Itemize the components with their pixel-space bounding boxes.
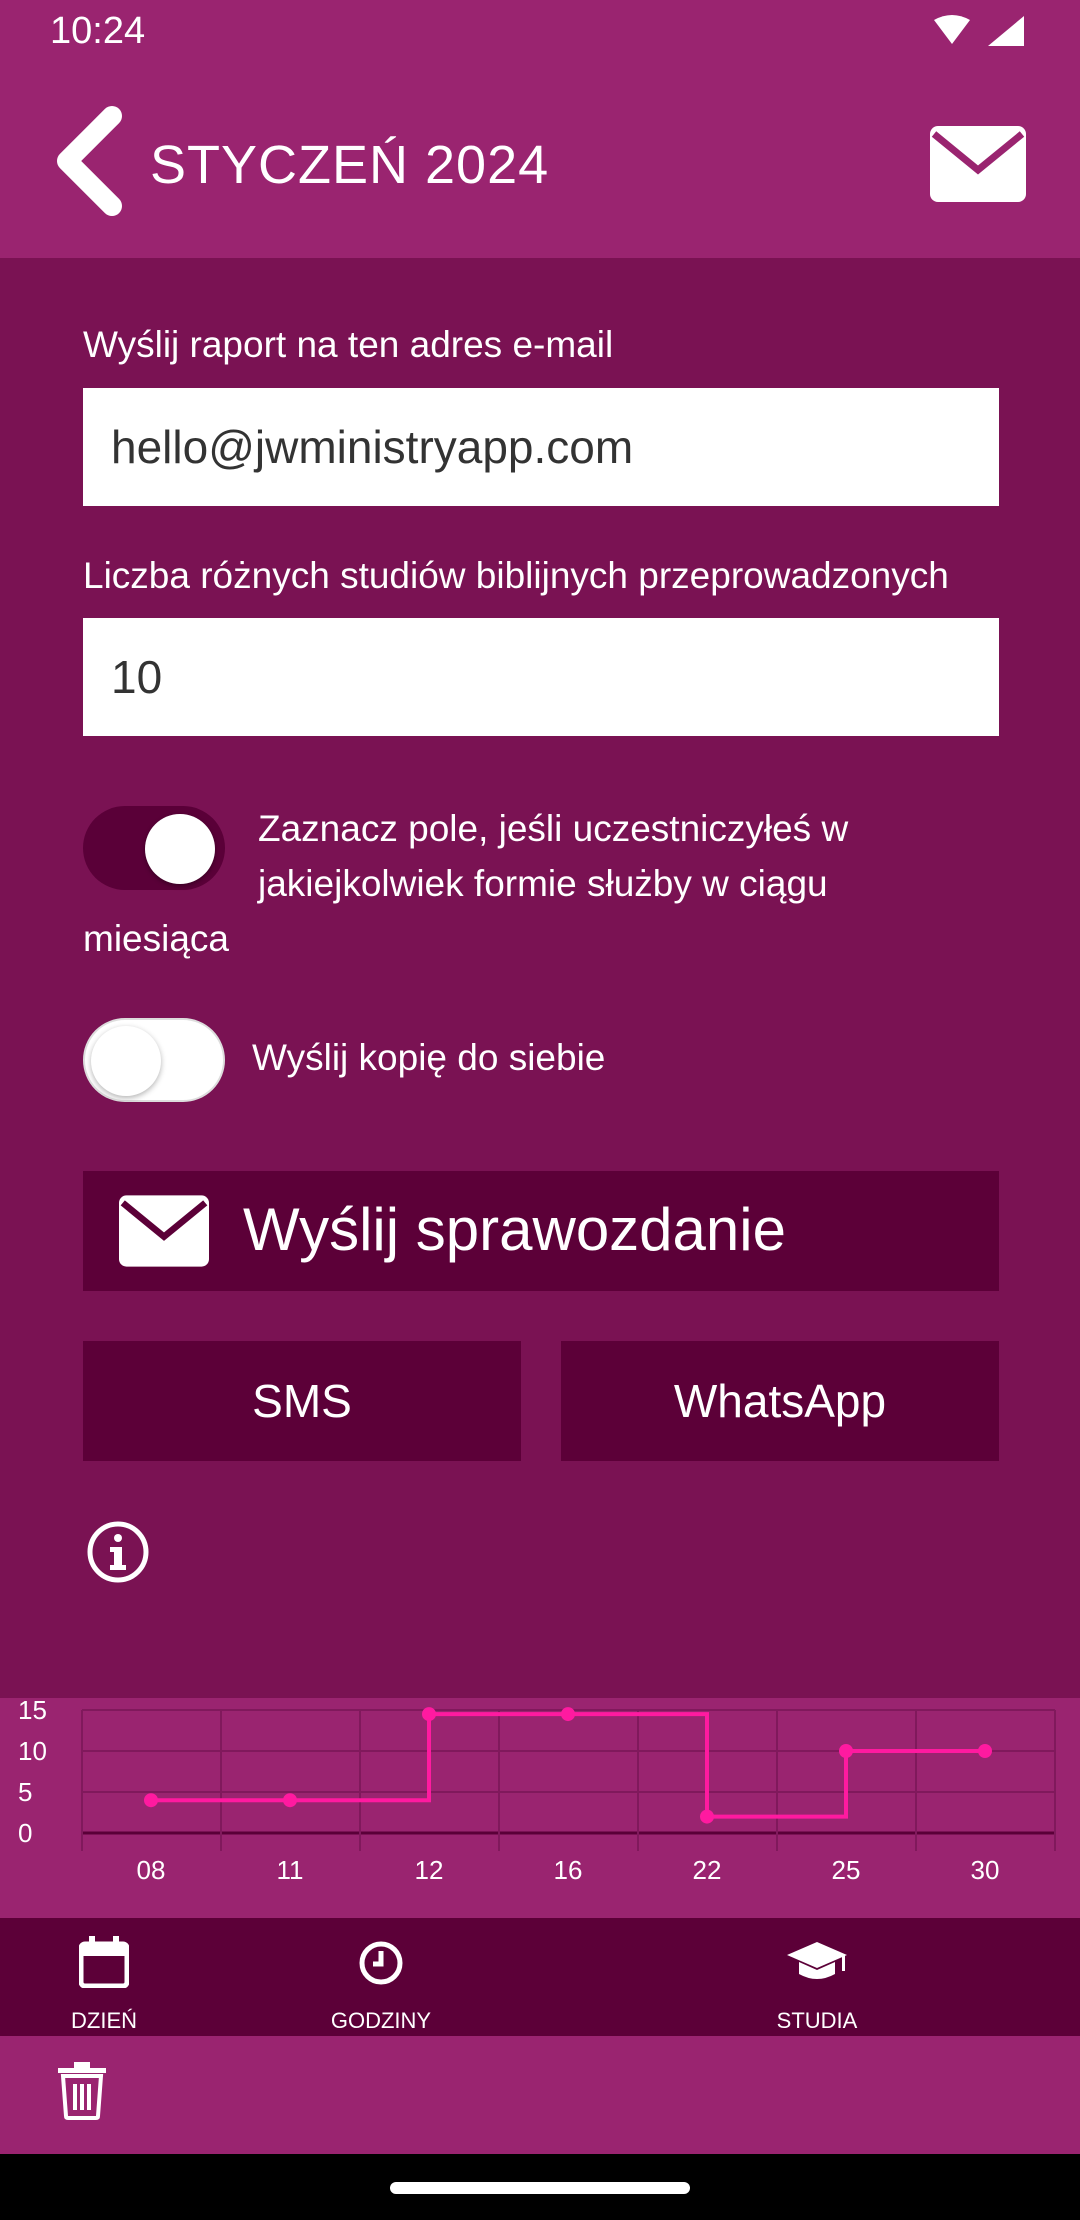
sms-button[interactable]: SMS <box>83 1341 521 1461</box>
data-point <box>700 1809 714 1824</box>
y-tick-label: 10 <box>18 1736 47 1766</box>
chart-svg: 15 10 5 0 08 11 12 16 22 25 30 <box>18 1695 1056 1885</box>
data-point <box>422 1707 436 1722</box>
send-report-button[interactable]: Wyślij sprawozdanie <box>83 1171 999 1291</box>
clock-icon <box>359 1941 403 1985</box>
studies-count-field[interactable]: 10 <box>83 618 999 736</box>
trash-icon[interactable] <box>56 2060 108 2120</box>
hours-chart: 15 10 5 0 08 11 12 16 22 25 30 <box>0 1695 1080 1918</box>
signal-wifi-icons <box>934 15 1024 46</box>
status-bar: 10:24 <box>0 0 1080 66</box>
page-title: STYCZEŃ 2024 <box>150 135 550 195</box>
send-report-label: Wyślij sprawozdanie <box>243 1196 786 1263</box>
report-form: Wyślij raport na ten adres e-mail hello@… <box>0 258 1080 1698</box>
envelope-icon <box>119 1195 209 1267</box>
system-navigation-bar <box>0 2154 1080 2220</box>
y-tick-label: 5 <box>18 1777 32 1807</box>
data-point <box>283 1793 297 1808</box>
data-point <box>144 1793 158 1808</box>
participated-label-line2: jakiejkolwiek formie służby w ciągu <box>258 863 828 904</box>
participated-toggle[interactable] <box>83 806 225 890</box>
y-tick-label: 15 <box>18 1698 47 1725</box>
calendar-icon <box>79 1936 129 1988</box>
toggle-knob <box>91 1026 161 1096</box>
chevron-left-icon[interactable] <box>52 106 132 216</box>
status-time: 10:24 <box>50 10 146 52</box>
x-tick-label: 08 <box>137 1855 166 1885</box>
toggle-knob <box>145 814 215 884</box>
data-point <box>839 1744 853 1758</box>
participated-label-line1: Zaznacz pole, jeśli uczestniczyłeś w <box>258 808 849 849</box>
x-tick-label: 22 <box>693 1855 722 1885</box>
x-tick-label: 16 <box>554 1855 583 1885</box>
email-label: Wyślij raport na ten adres e-mail <box>83 324 614 365</box>
send-copy-label: Wyślij kopię do siebie <box>252 1037 606 1078</box>
studies-label: Liczba różnych studiów biblijnych przepr… <box>83 555 949 596</box>
nav-label-bible-studies: STUDIA BIBLIJNE <box>769 2008 864 2036</box>
bottom-navigation: DZIEŃ GODZINY STUDIA BIBLIJNE <box>0 1918 1080 2036</box>
app-bar: STYCZEŃ 2024 <box>0 66 1080 258</box>
y-tick-label: 0 <box>18 1818 32 1848</box>
data-point <box>978 1744 992 1758</box>
envelope-icon[interactable] <box>930 126 1026 202</box>
x-tick-label: 12 <box>415 1855 444 1885</box>
bottom-toolbar <box>0 2036 1080 2154</box>
nav-label-day: DZIEŃ <box>71 2008 137 2033</box>
send-copy-toggle[interactable] <box>83 1018 225 1102</box>
whatsapp-button[interactable]: WhatsApp <box>561 1341 999 1461</box>
x-tick-label: 30 <box>971 1855 1000 1885</box>
graduation-cap-icon <box>787 1942 847 1979</box>
x-tick-label: 25 <box>832 1855 861 1885</box>
home-gesture-pill[interactable] <box>390 2182 690 2194</box>
nav-label-hours: GODZINY <box>330 2008 432 2033</box>
participated-label-line3: miesiąca <box>83 918 229 959</box>
info-icon[interactable] <box>86 1520 150 1584</box>
data-point <box>561 1707 575 1722</box>
x-tick-label: 11 <box>277 1855 304 1885</box>
email-field[interactable]: hello@jwministryapp.com <box>83 388 999 506</box>
series-line <box>151 1712 985 1819</box>
